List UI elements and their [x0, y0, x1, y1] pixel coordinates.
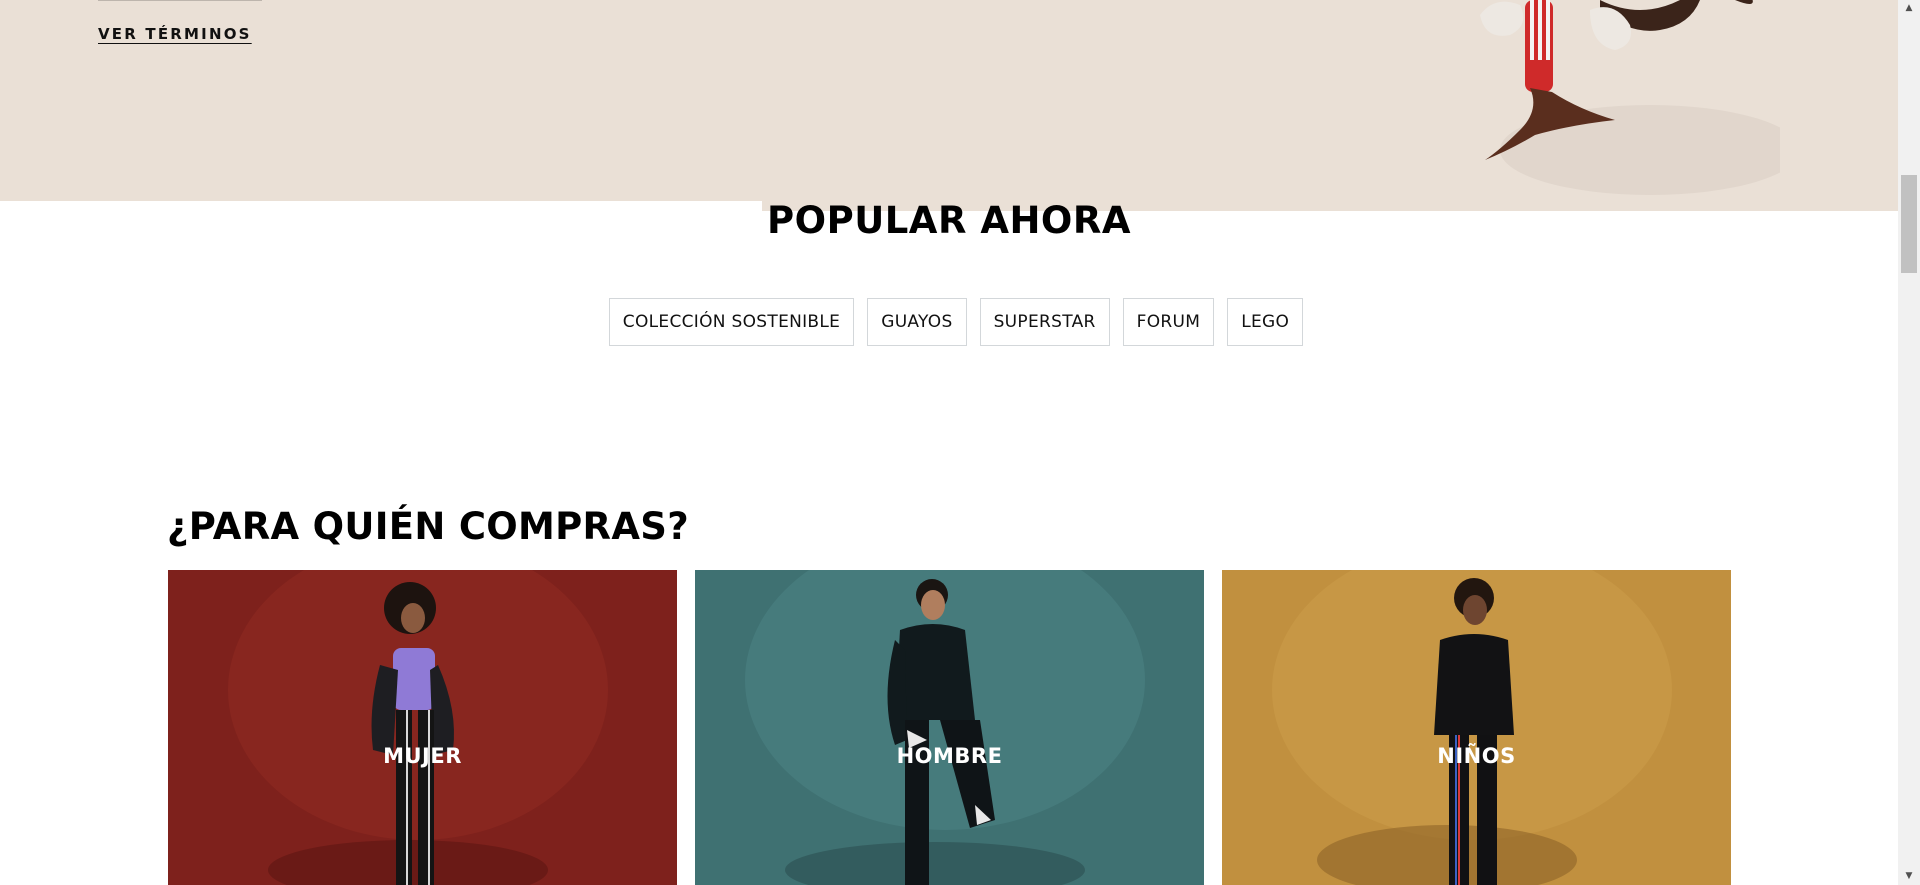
chip-lego[interactable]: LEGO: [1227, 298, 1304, 346]
category-card-kids[interactable]: NIÑOS: [1222, 570, 1731, 885]
category-label-women: MUJER: [383, 744, 462, 768]
chip-sustainable-collection[interactable]: COLECCIÓN SOSTENIBLE: [608, 298, 855, 346]
women-model-image: [168, 570, 677, 885]
category-label-men: HOMBRE: [896, 744, 1003, 768]
page-scrollbar[interactable]: ▲ ▼: [1898, 0, 1920, 885]
view-terms-link[interactable]: VER TÉRMINOS: [98, 25, 252, 43]
scroll-up-arrow-icon[interactable]: ▲: [1898, 0, 1920, 17]
category-label-kids: NIÑOS: [1437, 744, 1516, 768]
chip-superstar[interactable]: SUPERSTAR: [979, 298, 1110, 346]
banner-image: [1480, 0, 1780, 195]
popular-now-heading: POPULAR AHORA: [767, 199, 1131, 242]
kids-model-image: [1222, 570, 1731, 885]
scroll-thumb[interactable]: [1901, 175, 1917, 273]
scroll-down-arrow-icon[interactable]: ▼: [1898, 868, 1920, 885]
chip-forum[interactable]: FORUM: [1122, 298, 1215, 346]
category-card-men[interactable]: HOMBRE: [695, 570, 1204, 885]
shop-for-heading: ¿PARA QUIÉN COMPRAS?: [167, 505, 689, 548]
banner-divider: [98, 0, 262, 1]
promo-banner: VER TÉRMINOS: [0, 0, 1898, 211]
men-model-image: [695, 570, 1204, 885]
category-card-women[interactable]: MUJER: [168, 570, 677, 885]
popular-chips: COLECCIÓN SOSTENIBLE GUAYOS SUPERSTAR FO…: [0, 298, 1898, 346]
chip-guayos[interactable]: GUAYOS: [867, 298, 967, 346]
